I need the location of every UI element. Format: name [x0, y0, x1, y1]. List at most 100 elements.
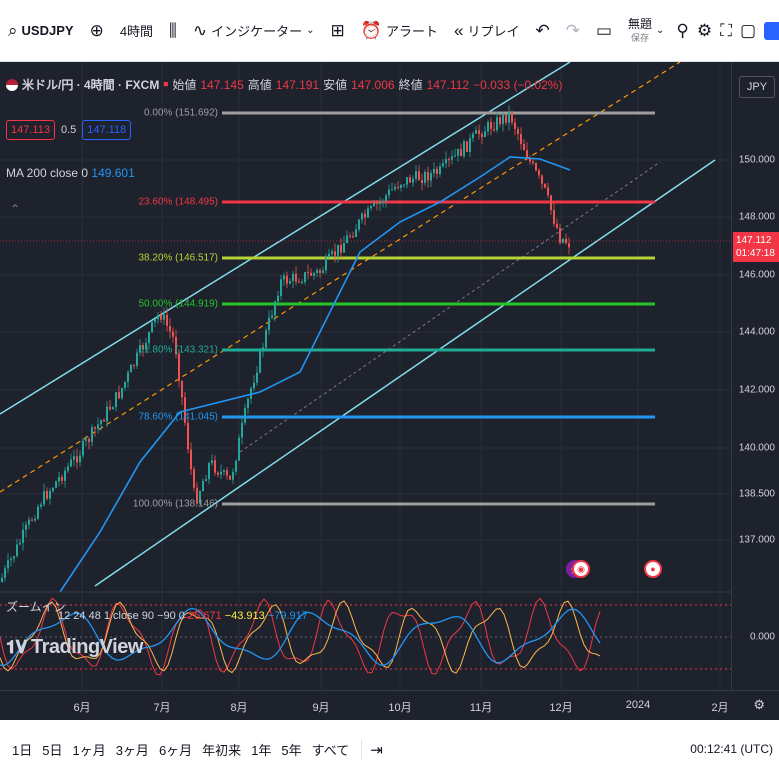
chart-area[interactable]: 0.00% (151.692) 23.60% (148.495) 38.20% (1…	[0, 62, 779, 690]
replay-button[interactable]: « リプレイ	[446, 11, 527, 51]
undo-button[interactable]: ↶	[527, 11, 557, 51]
high-label: 高値	[247, 78, 272, 92]
range-3m[interactable]: 3ヶ月	[112, 740, 153, 759]
parallel-channel[interactable]	[0, 62, 716, 587]
time-label: 12月	[549, 702, 573, 714]
redo-button[interactable]: ↷	[558, 11, 588, 51]
sell-button[interactable]: 147.113	[6, 120, 55, 140]
range-all[interactable]: すべて	[308, 740, 354, 759]
fib-retracement[interactable]	[222, 111, 655, 506]
tradingview-logo[interactable]: 𝟏𝐕 TradingView	[6, 636, 143, 659]
ma200-line	[59, 156, 571, 593]
candle-body	[28, 519, 30, 525]
candle-body	[541, 175, 543, 184]
range-6m[interactable]: 6ヶ月	[155, 740, 196, 759]
candle-body	[76, 456, 78, 463]
interval-button[interactable]: 4時間	[112, 11, 161, 51]
bar-countdown: 01:47:18	[736, 248, 775, 259]
fib-level-label: 50.00% (144.919)	[138, 298, 218, 310]
goto-date-icon[interactable]: ⇥	[370, 741, 383, 759]
candle-body	[472, 133, 474, 139]
zoom-in-label[interactable]: ズームイン	[6, 598, 66, 615]
price-label: 146.000	[738, 269, 775, 281]
currency-button[interactable]: JPY	[739, 76, 775, 98]
utc-clock[interactable]: 00:12:41 (UTC)	[690, 742, 773, 756]
osc-value-2: −43.913	[224, 610, 265, 622]
candle-body	[286, 275, 288, 284]
candle-body	[340, 244, 342, 253]
time-axis[interactable]: 6月 7月 8月 9月 10月 11月 12月 2024 2月 ⚙	[0, 690, 779, 720]
range-1d[interactable]: 1日	[8, 740, 36, 759]
symbol-label: USDJPY	[21, 23, 74, 38]
candle-body	[148, 332, 150, 344]
candle-body	[154, 319, 156, 323]
candle-body	[10, 558, 12, 561]
candle-body	[349, 235, 351, 237]
snapshot-button[interactable]: ▢	[736, 11, 760, 51]
candle-body	[382, 201, 384, 203]
range-ytd[interactable]: 年初来	[198, 740, 245, 759]
alert-button[interactable]: ⏰ アラート	[353, 11, 446, 51]
event-icon-us-flag[interactable]: ◉	[572, 560, 590, 578]
candle-body	[367, 208, 369, 218]
buy-button[interactable]: 147.118	[82, 120, 132, 140]
settings-button[interactable]: ⚙	[693, 11, 716, 51]
collapse-legend-icon[interactable]: ⌃	[10, 202, 20, 216]
candle-body	[277, 295, 279, 302]
chart-type-button[interactable]: ⫼	[161, 11, 185, 51]
time-label: 7月	[153, 702, 171, 714]
compare-button[interactable]: ⊕	[82, 11, 112, 51]
price-label: 148.000	[738, 211, 775, 223]
bottom-toolbar: 1日 5日 1ヶ月 3ヶ月 6ヶ月 年初来 1年 5年 すべて ⇥ 00:12:…	[0, 720, 779, 779]
candle-body	[244, 407, 246, 423]
oscillator-legend[interactable]: 12 24 48 1 close 90 −90 0 26.671 −43.913…	[58, 610, 308, 622]
layout-menu[interactable]: 無題 保存 ⌄	[620, 11, 672, 51]
candle-body	[31, 519, 33, 521]
price-chart[interactable]	[0, 62, 731, 690]
candle-body	[163, 314, 165, 320]
osc-value-1: 26.671	[187, 610, 222, 622]
candle-body	[274, 301, 276, 316]
axis-settings-icon[interactable]: ⚙	[753, 697, 765, 713]
candle-body	[178, 354, 180, 381]
candle-body	[490, 122, 492, 130]
candle-body	[295, 273, 297, 282]
tv-logo-text: TradingView	[30, 636, 143, 658]
symbol-search[interactable]: ⌕ USDJPY	[0, 11, 82, 51]
publish-button[interactable]	[760, 11, 779, 51]
range-5y[interactable]: 5年	[277, 740, 305, 759]
candle-body	[469, 138, 471, 152]
candle-body	[445, 159, 447, 164]
candle-body	[223, 470, 225, 472]
ma-label: MA 200 close 0	[6, 166, 89, 180]
layout-toggle-button[interactable]: ▭	[588, 11, 620, 51]
ma-legend[interactable]: MA 200 close 0 149.601	[6, 166, 135, 180]
candle-body	[16, 544, 18, 557]
candle-body	[562, 238, 564, 243]
undo-icon: ↶	[535, 20, 550, 40]
market-status-icon: ⏹	[163, 79, 169, 90]
candle-body	[388, 189, 390, 196]
candle-body	[403, 184, 405, 186]
time-label: 10月	[388, 702, 412, 714]
quick-search-button[interactable]: ⚲	[672, 11, 692, 51]
range-1m[interactable]: 1ヶ月	[68, 740, 109, 759]
indicators-button[interactable]: ∿ インジケーター ⌄	[185, 11, 323, 51]
event-icon-jp-flag[interactable]: ●	[644, 560, 662, 578]
layout-save-label: 保存	[631, 32, 650, 43]
price-label: 138.500	[738, 488, 775, 500]
ma-value: 149.601	[91, 166, 135, 180]
candle-body	[544, 183, 546, 188]
trend-line-gray[interactable]	[239, 161, 661, 453]
price-axis[interactable]: JPY 150.000 148.000 146.000 144.000 142.…	[731, 62, 779, 690]
fullscreen-button[interactable]: ⛶	[716, 11, 736, 51]
templates-button[interactable]: ⊞	[323, 11, 353, 51]
candle-body	[553, 210, 555, 224]
fib-level-label: 61.80% (143.321)	[138, 344, 218, 356]
candle-body	[22, 529, 24, 543]
candle-body	[454, 155, 456, 157]
range-1y[interactable]: 1年	[247, 740, 275, 759]
candle-body	[478, 130, 480, 134]
range-5d[interactable]: 5日	[38, 740, 66, 759]
fib-level-label: 0.00% (151.692)	[144, 107, 218, 119]
